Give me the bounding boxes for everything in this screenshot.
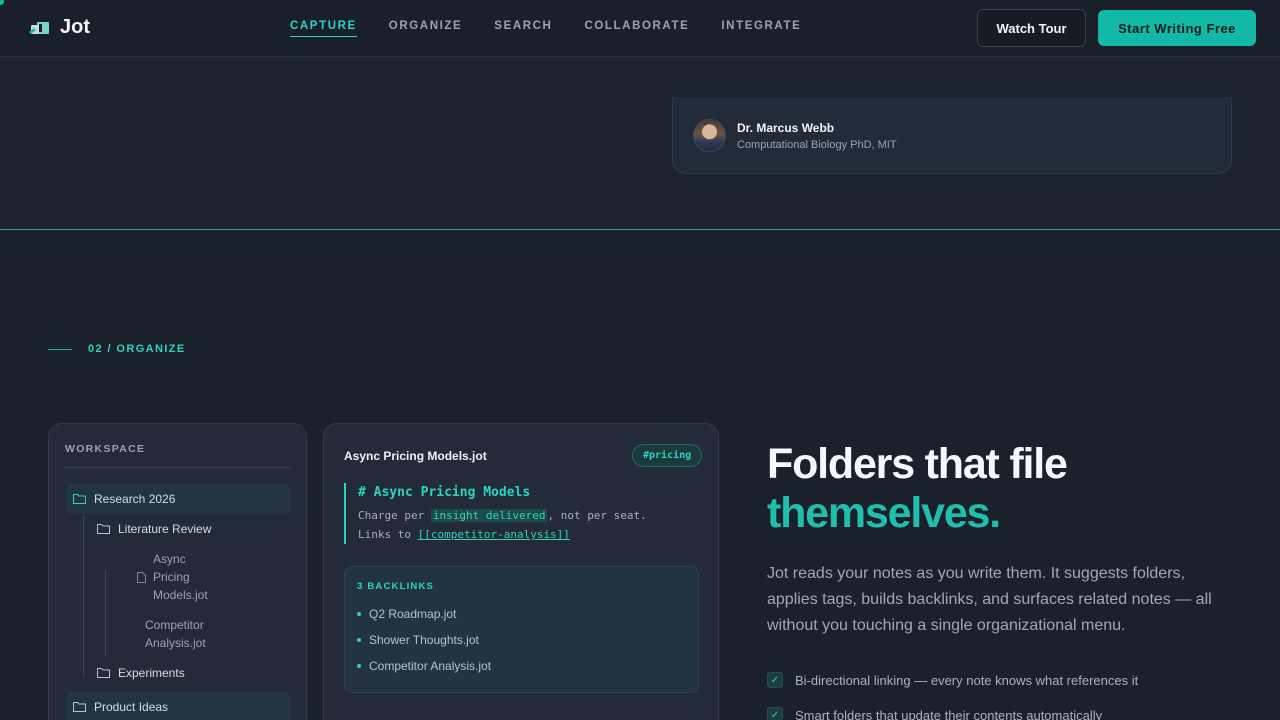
note-editor-card: Async Pricing Models.jot #pricing # Asyn…	[323, 423, 719, 720]
note-line: Charge per insight delivered, not per se…	[358, 506, 684, 525]
tree-guide	[105, 570, 106, 656]
headline-line-1: Folders that file	[767, 440, 1068, 488]
previous-section: Dr. Marcus Webb Computational Biology Ph…	[0, 57, 1280, 229]
nav-link-capture[interactable]: CAPTURE	[290, 20, 357, 37]
scroll-progress-indicator	[0, 0, 4, 5]
folder-literature-review[interactable]: Literature Review	[97, 520, 211, 538]
nav-link-collaborate[interactable]: COLLABORATE	[584, 20, 689, 37]
check-icon: ✓	[767, 672, 783, 688]
backlink-label: Competitor Analysis.jot	[369, 659, 492, 673]
brand-logo[interactable]: Jot	[28, 16, 90, 39]
backlink-label: Shower Thoughts.jot	[369, 633, 479, 647]
backlink-item[interactable]: Shower Thoughts.jot	[357, 633, 479, 647]
note-text: Links to	[358, 528, 418, 541]
check-icon: ✓	[767, 707, 783, 720]
eyebrow-line	[48, 348, 72, 350]
folder-label: Research 2026	[94, 492, 176, 506]
workspace-title: WORKSPACE	[65, 443, 146, 455]
file-competitor-analysis[interactable]: Competitor Analysis.jot	[145, 616, 206, 652]
section-eyebrow: 02 / ORGANIZE	[48, 343, 186, 355]
brand-name: Jot	[60, 16, 90, 38]
bullet-dot	[357, 664, 361, 668]
note-line: Links to [[competitor-analysis]]	[358, 525, 684, 544]
note-text: , not per seat.	[547, 509, 647, 522]
file-label-line: Models.jot	[153, 588, 208, 602]
feature-item: ✓ Bi-directional linking — every note kn…	[767, 672, 1138, 688]
file-label-line: Async	[153, 552, 186, 566]
author-name: Dr. Marcus Webb	[737, 121, 835, 135]
folder-icon	[97, 524, 110, 534]
folder-experiments[interactable]: Experiments	[97, 664, 185, 682]
section-divider	[0, 229, 1280, 230]
backlink-item[interactable]: Q2 Roadmap.jot	[357, 607, 456, 621]
start-writing-button[interactable]: Start Writing Free	[1098, 10, 1256, 46]
notebook-icon	[29, 21, 49, 34]
file-label: Async Pricing Models.jot	[153, 550, 208, 604]
page: Dr. Marcus Webb Computational Biology Ph…	[0, 0, 1280, 720]
watch-tour-button[interactable]: Watch Tour	[977, 9, 1086, 47]
folder-product-ideas[interactable]: Product Ideas	[65, 692, 291, 720]
nav-links: CAPTURE ORGANIZE SEARCH COLLABORATE INTE…	[290, 20, 801, 37]
file-label-line: Competitor	[145, 618, 204, 632]
section-headline: Folders that file themselves.	[767, 440, 1068, 538]
bullet-dot	[357, 612, 361, 616]
folder-label: Product Ideas	[94, 700, 169, 714]
eyebrow-text: 02 / ORGANIZE	[88, 343, 186, 355]
note-heading: # Async Pricing Models	[358, 485, 531, 500]
nav-link-organize[interactable]: ORGANIZE	[389, 20, 463, 37]
file-icon	[137, 571, 146, 583]
folder-icon	[73, 702, 86, 712]
backlink-label: Q2 Roadmap.jot	[369, 607, 457, 621]
file-label: Competitor Analysis.jot	[145, 616, 206, 652]
author-role: Computational Biology PhD, MIT	[737, 139, 897, 151]
folder-icon	[97, 668, 110, 678]
feature-label: Bi-directional linking — every note know…	[795, 672, 1139, 688]
folder-icon	[73, 494, 86, 504]
bullet-dot	[357, 638, 361, 642]
testimonial-card: Dr. Marcus Webb Computational Biology Ph…	[672, 97, 1232, 174]
wiki-link[interactable]: [[competitor-analysis]]	[418, 528, 570, 541]
author-avatar	[693, 119, 726, 152]
headline-line-2: themselves.	[767, 489, 1001, 537]
note-filename: Async Pricing Models.jot	[344, 449, 487, 463]
folder-research-2026[interactable]: Research 2026	[65, 484, 291, 514]
workspace-divider	[65, 467, 291, 468]
workspace-panel: WORKSPACE Research 2026 Literature Revie…	[48, 423, 307, 720]
nav-link-integrate[interactable]: INTEGRATE	[721, 20, 801, 37]
feature-item: ✓ Smart folders that update their conten…	[767, 707, 1102, 720]
top-navbar: Jot CAPTURE ORGANIZE SEARCH COLLABORATE …	[0, 0, 1280, 57]
backlinks-panel: 3 BACKLINKS Q2 Roadmap.jot Shower Though…	[344, 566, 699, 693]
folder-label: Experiments	[118, 666, 185, 680]
note-tag-badge[interactable]: #pricing	[632, 444, 703, 467]
note-text: Charge per	[358, 509, 431, 522]
note-content[interactable]: # Async Pricing Models Charge per insigh…	[344, 483, 684, 544]
highlighted-text: insight delivered	[430, 509, 548, 522]
file-label-line: Pricing	[153, 570, 190, 584]
file-label-line: Analysis.jot	[145, 636, 206, 650]
tree-guide	[83, 516, 84, 676]
folder-label: Literature Review	[118, 522, 212, 536]
backlinks-title: 3 BACKLINKS	[357, 581, 435, 592]
nav-link-search[interactable]: SEARCH	[494, 20, 552, 37]
feature-label: Smart folders that update their contents…	[795, 707, 1103, 720]
section-description: Jot reads your notes as you write them. …	[767, 565, 1212, 634]
backlink-item[interactable]: Competitor Analysis.jot	[357, 659, 491, 673]
file-async-pricing-models[interactable]: Async Pricing Models.jot	[137, 550, 208, 604]
